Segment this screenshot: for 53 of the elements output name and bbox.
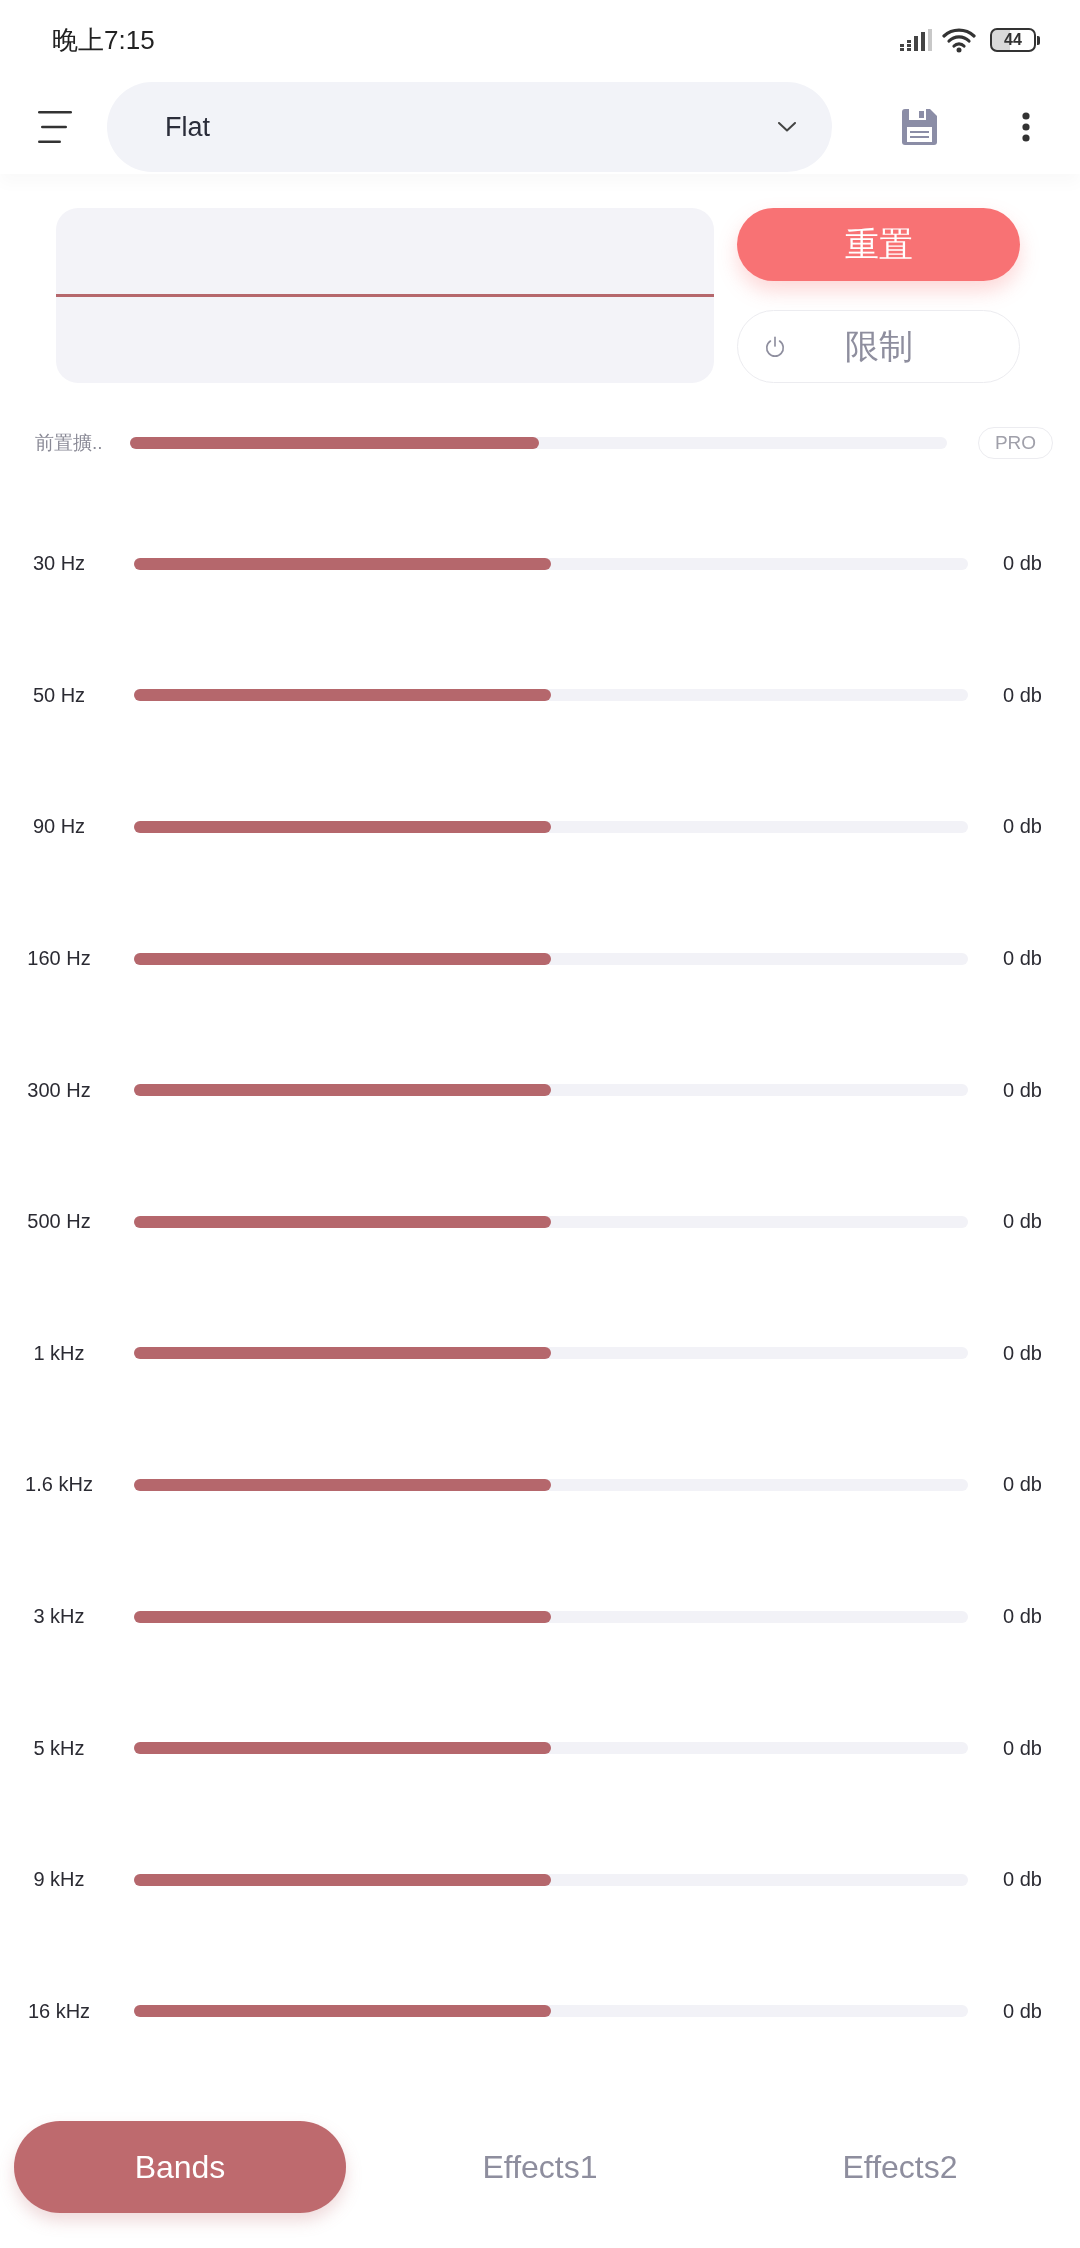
slider-track[interactable] [134,557,968,570]
preset-dropdown[interactable]: Flat [107,82,832,172]
gain-reading: 0 db [1003,815,1043,839]
slider-track[interactable] [134,821,968,833]
menu-icon[interactable] [38,110,72,144]
gain-reading: 0 db [1003,1210,1043,1234]
slider-track[interactable] [134,1873,968,1886]
band-frequency-label: 1.6 kHz [24,1473,94,1497]
band-frequency-label: 500 Hz [26,1210,92,1234]
tab[interactable]: Effects2 [734,2121,1066,2214]
tab[interactable]: Effects1 [374,2121,706,2214]
gain-reading: 0 db [1003,683,1043,707]
preamp-label: 前置擴.. [35,431,104,455]
reset-button[interactable]: 重置 [737,208,1020,281]
gain-reading: 0 db [1003,1605,1043,1629]
wifi-icon [942,27,976,53]
band-frequency-label: 90 Hz [31,815,87,839]
more-icon[interactable] [1022,112,1030,142]
gain-reading: 0 db [1003,1868,1043,1892]
chevron-down-icon [778,122,796,132]
band-frequency-label: 9 kHz [32,1868,86,1892]
band-frequency-label: 50 Hz [31,683,87,707]
band-frequency-label: 5 kHz [32,1736,86,1760]
gain-reading: 0 db [1003,552,1043,576]
slider-track[interactable] [134,689,968,702]
band-frequency-label: 16 kHz [26,1999,92,2023]
gain-reading: 0 db [1003,1999,1043,2023]
power-icon [764,335,786,358]
signal-icon [900,29,932,51]
slider-track[interactable] [134,1084,968,1097]
gain-reading: 0 db [1003,1473,1043,1497]
gain-reading: 0 db [1003,947,1043,971]
gain-reading: 0 db [1003,1341,1043,1365]
save-icon[interactable] [900,108,938,146]
slider-track[interactable] [134,1610,968,1623]
battery-indicator: 44 [990,28,1040,52]
limiter-toggle[interactable]: 限制 [737,310,1020,383]
slider-track[interactable] [134,952,968,965]
tab[interactable]: Bands [14,2121,346,2214]
band-frequency-label: 30 Hz [31,552,87,576]
slider-track[interactable] [134,1215,968,1228]
slider-track[interactable] [130,437,947,449]
status-time: 晚上7:15 [52,23,155,57]
band-frequency-label: 300 Hz [26,1078,92,1102]
gain-reading: 0 db [1003,1736,1043,1760]
slider-track[interactable] [134,1478,968,1491]
slider-track[interactable] [134,1742,968,1755]
slider-track[interactable] [134,1347,968,1360]
band-frequency-label: 160 Hz [26,947,92,971]
slider-track[interactable] [134,2005,968,2018]
gain-reading: 0 db [1003,1078,1043,1102]
band-frequency-label: 3 kHz [32,1605,86,1629]
band-frequency-label: 1 kHz [32,1341,86,1365]
